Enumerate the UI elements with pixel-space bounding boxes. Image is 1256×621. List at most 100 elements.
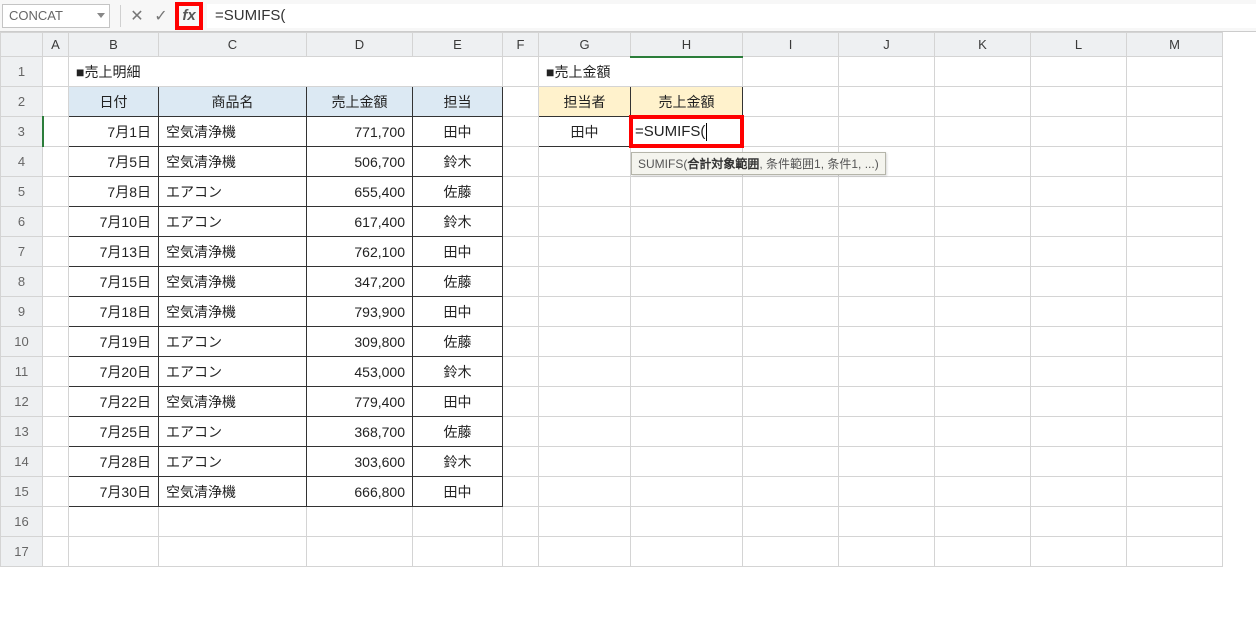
cell-I14[interactable]: [743, 447, 839, 477]
cell-F11[interactable]: [503, 357, 539, 387]
cell-M16[interactable]: [1127, 507, 1223, 537]
cell-C11[interactable]: エアコン: [159, 357, 307, 387]
cell-D13[interactable]: 368,700: [307, 417, 413, 447]
cell-B2[interactable]: 日付: [69, 87, 159, 117]
cell-L10[interactable]: [1031, 327, 1127, 357]
cell-E15[interactable]: 田中: [413, 477, 503, 507]
cell-K3[interactable]: [935, 117, 1031, 147]
cell-H9[interactable]: [631, 297, 743, 327]
cell-A7[interactable]: [43, 237, 69, 267]
cell-B4[interactable]: 7月5日: [69, 147, 159, 177]
cell-F4[interactable]: [503, 147, 539, 177]
cell-I16[interactable]: [743, 507, 839, 537]
cell-A9[interactable]: [43, 297, 69, 327]
cell-B1[interactable]: ■売上明細: [69, 57, 503, 87]
cell-A6[interactable]: [43, 207, 69, 237]
cell-I11[interactable]: [743, 357, 839, 387]
cell-F10[interactable]: [503, 327, 539, 357]
cell-G2[interactable]: 担当者: [539, 87, 631, 117]
cell-E5[interactable]: 佐藤: [413, 177, 503, 207]
cell-L3[interactable]: [1031, 117, 1127, 147]
cell-L17[interactable]: [1031, 537, 1127, 567]
cell-E10[interactable]: 佐藤: [413, 327, 503, 357]
cell-I13[interactable]: [743, 417, 839, 447]
cell-J15[interactable]: [839, 477, 935, 507]
col-header-C[interactable]: C: [159, 33, 307, 57]
cell-L15[interactable]: [1031, 477, 1127, 507]
col-header-M[interactable]: M: [1127, 33, 1223, 57]
cell-M15[interactable]: [1127, 477, 1223, 507]
cell-H2[interactable]: 売上金額: [631, 87, 743, 117]
row-header-9[interactable]: 9: [1, 297, 43, 327]
cell-C14[interactable]: エアコン: [159, 447, 307, 477]
cell-G17[interactable]: [539, 537, 631, 567]
cell-C2[interactable]: 商品名: [159, 87, 307, 117]
cell-L2[interactable]: [1031, 87, 1127, 117]
cell-L8[interactable]: [1031, 267, 1127, 297]
select-all-corner[interactable]: [1, 33, 43, 57]
cell-L1[interactable]: [1031, 57, 1127, 87]
row-header-16[interactable]: 16: [1, 507, 43, 537]
cell-K16[interactable]: [935, 507, 1031, 537]
cell-C3[interactable]: 空気清浄機: [159, 117, 307, 147]
cell-J16[interactable]: [839, 507, 935, 537]
cell-K7[interactable]: [935, 237, 1031, 267]
cell-K14[interactable]: [935, 447, 1031, 477]
cell-G8[interactable]: [539, 267, 631, 297]
cell-B7[interactable]: 7月13日: [69, 237, 159, 267]
col-header-D[interactable]: D: [307, 33, 413, 57]
cell-B5[interactable]: 7月8日: [69, 177, 159, 207]
cell-G10[interactable]: [539, 327, 631, 357]
cell-J3[interactable]: [839, 117, 935, 147]
cell-K4[interactable]: [935, 147, 1031, 177]
cell-A13[interactable]: [43, 417, 69, 447]
name-box[interactable]: CONCAT: [2, 4, 110, 28]
cell-H7[interactable]: [631, 237, 743, 267]
cell-A1[interactable]: [43, 57, 69, 87]
cell-B15[interactable]: 7月30日: [69, 477, 159, 507]
cell-J13[interactable]: [839, 417, 935, 447]
cell-D12[interactable]: 779,400: [307, 387, 413, 417]
cell-L16[interactable]: [1031, 507, 1127, 537]
cell-D14[interactable]: 303,600: [307, 447, 413, 477]
cell-F5[interactable]: [503, 177, 539, 207]
col-header-E[interactable]: E: [413, 33, 503, 57]
cell-G3[interactable]: 田中: [539, 117, 631, 147]
cell-C17[interactable]: [159, 537, 307, 567]
cell-C4[interactable]: 空気清浄機: [159, 147, 307, 177]
cell-I1[interactable]: [743, 57, 839, 87]
cell-C9[interactable]: 空気清浄機: [159, 297, 307, 327]
cell-B16[interactable]: [69, 507, 159, 537]
cell-C13[interactable]: エアコン: [159, 417, 307, 447]
row-header-6[interactable]: 6: [1, 207, 43, 237]
cell-E17[interactable]: [413, 537, 503, 567]
cell-C15[interactable]: 空気清浄機: [159, 477, 307, 507]
cell-E4[interactable]: 鈴木: [413, 147, 503, 177]
cell-D17[interactable]: [307, 537, 413, 567]
row-header-8[interactable]: 8: [1, 267, 43, 297]
cell-M10[interactable]: [1127, 327, 1223, 357]
cell-M7[interactable]: [1127, 237, 1223, 267]
row-header-13[interactable]: 13: [1, 417, 43, 447]
chevron-down-icon[interactable]: [97, 13, 105, 18]
row-header-3[interactable]: 3: [1, 117, 43, 147]
formula-input[interactable]: =SUMIFS(: [207, 4, 1256, 28]
cell-D11[interactable]: 453,000: [307, 357, 413, 387]
row-header-11[interactable]: 11: [1, 357, 43, 387]
cell-A10[interactable]: [43, 327, 69, 357]
cell-F15[interactable]: [503, 477, 539, 507]
cancel-button[interactable]: ✕: [125, 4, 149, 28]
cell-F12[interactable]: [503, 387, 539, 417]
cell-B6[interactable]: 7月10日: [69, 207, 159, 237]
cell-B13[interactable]: 7月25日: [69, 417, 159, 447]
col-header-L[interactable]: L: [1031, 33, 1127, 57]
cell-M6[interactable]: [1127, 207, 1223, 237]
cell-E2[interactable]: 担当: [413, 87, 503, 117]
cell-B10[interactable]: 7月19日: [69, 327, 159, 357]
col-header-H[interactable]: H: [631, 33, 743, 57]
cell-M9[interactable]: [1127, 297, 1223, 327]
cell-E8[interactable]: 佐藤: [413, 267, 503, 297]
cell-F6[interactable]: [503, 207, 539, 237]
cell-K10[interactable]: [935, 327, 1031, 357]
cell-F9[interactable]: [503, 297, 539, 327]
